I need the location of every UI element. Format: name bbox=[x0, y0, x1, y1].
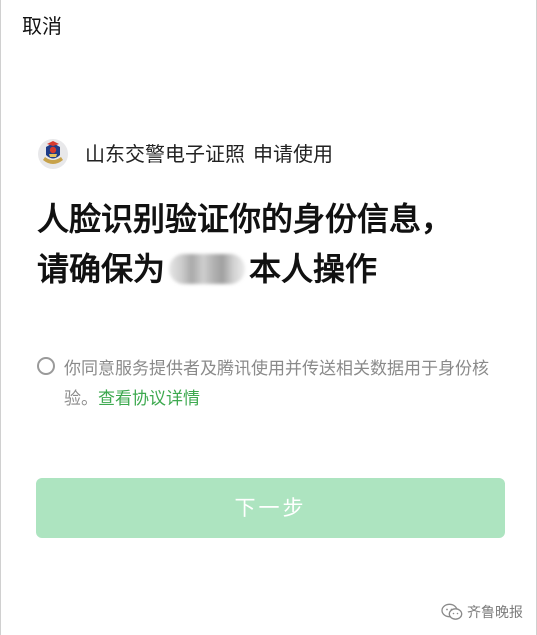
cancel-button[interactable]: 取消 bbox=[22, 12, 62, 40]
wechat-icon bbox=[441, 603, 463, 620]
app-action: 申请使用 bbox=[253, 142, 333, 166]
app-name: 山东交警电子证照 bbox=[85, 142, 245, 166]
agreement-checkbox[interactable] bbox=[37, 357, 55, 375]
title-line-2-suffix: 本人操作 bbox=[249, 250, 378, 288]
agreement-row: 你同意服务提供者及腾讯使用并传送相关数据用于身份核验。查看协议详情 bbox=[37, 354, 507, 414]
view-agreement-link[interactable]: 查看协议详情 bbox=[98, 389, 200, 409]
next-step-button[interactable]: 下一步 bbox=[36, 478, 505, 538]
agreement-text: 你同意服务提供者及腾讯使用并传送相关数据用于身份核验。查看协议详情 bbox=[64, 354, 504, 414]
watermark-text: 齐鲁晚报 bbox=[467, 605, 523, 621]
masked-user-name bbox=[169, 254, 246, 284]
police-badge-icon bbox=[38, 139, 68, 169]
title-line-1: 人脸识别验证你的身份信息， bbox=[37, 200, 454, 238]
frame-left-border bbox=[0, 0, 1, 635]
app-info: 山东交警电子证照 申请使用 bbox=[37, 138, 333, 170]
title-line-2-prefix: 请确保为 bbox=[37, 250, 166, 288]
source-watermark: 齐鲁晚报 bbox=[441, 600, 523, 624]
title-line-2: 请确保为 本人操作 bbox=[37, 244, 507, 294]
page-title: 人脸识别验证你的身份信息， 请确保为 本人操作 bbox=[37, 194, 507, 294]
